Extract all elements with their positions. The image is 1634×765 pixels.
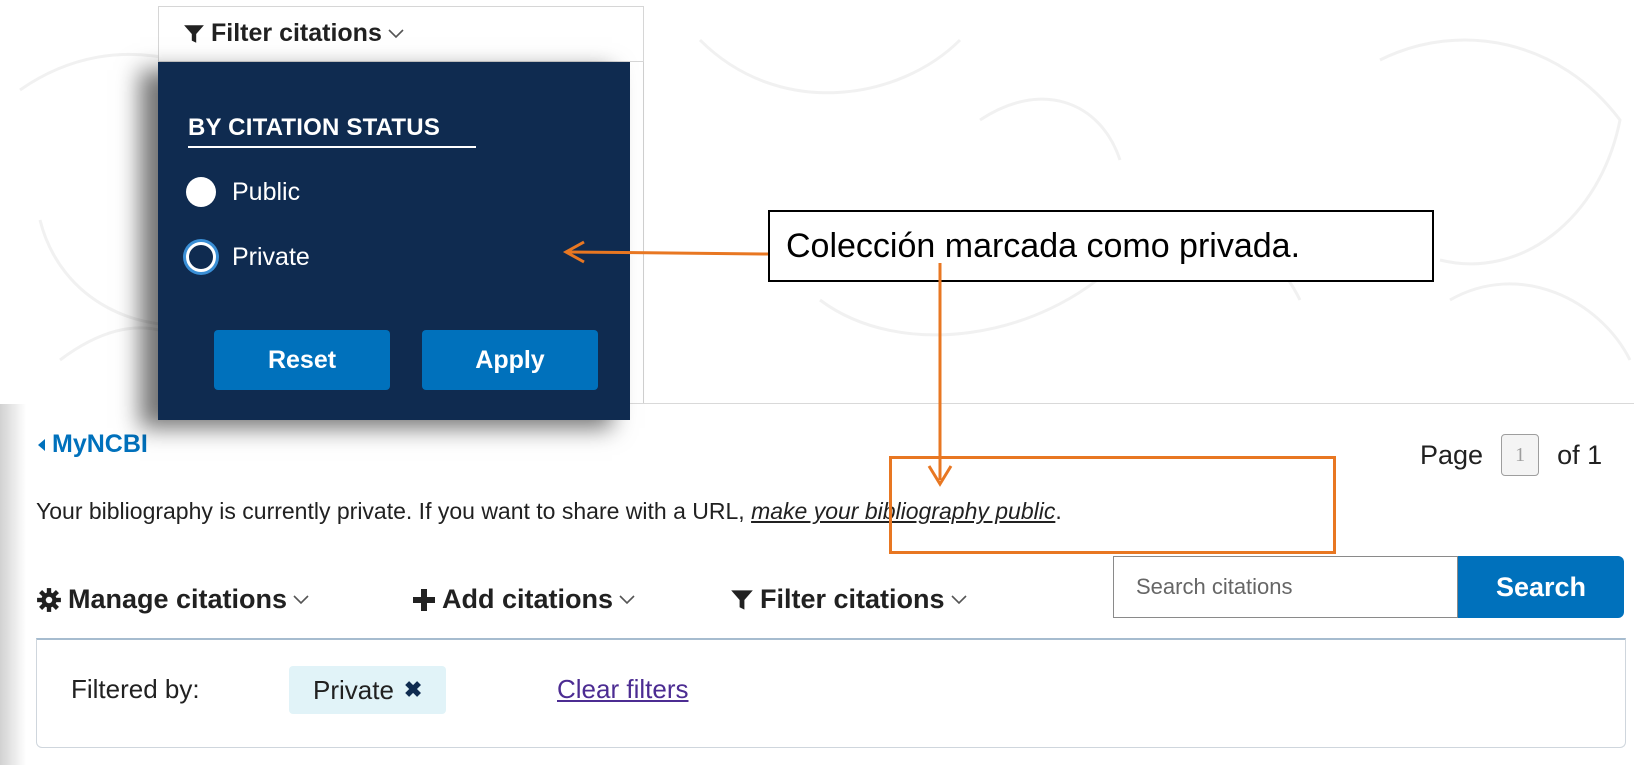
filter-citations-toggle[interactable]: Filter citations: [183, 19, 404, 48]
filter-chip-private[interactable]: Private ✖: [289, 666, 447, 714]
add-citations-label: Add citations: [442, 584, 614, 614]
page-total: of 1: [1557, 439, 1603, 470]
reset-button[interactable]: Reset: [214, 330, 390, 390]
chevron-down-icon: [388, 28, 404, 38]
filter-chip-label: Private: [313, 674, 394, 705]
filter-citations-label: Filter citations: [211, 19, 382, 47]
page-label: Page: [1420, 439, 1484, 470]
manage-citations-label: Manage citations: [68, 584, 288, 614]
filter-dropdown-panel: BY CITATION STATUS Public Private Reset …: [158, 62, 630, 420]
notice-text: Your bibliography is currently private. …: [36, 498, 752, 524]
back-to-myncbi-link[interactable]: MyNCBI: [36, 430, 148, 459]
filter-citations-menu[interactable]: Filter citations: [730, 584, 967, 615]
radio-label: Public: [232, 177, 301, 206]
panel-frame: [643, 6, 644, 404]
pagination: Page 1 of 1: [1420, 434, 1602, 476]
back-link-label: MyNCBI: [52, 430, 148, 458]
radio-label: Private: [232, 242, 310, 271]
filter-icon: [731, 589, 753, 610]
chevron-down-icon: [950, 594, 967, 604]
chevron-down-icon: [619, 594, 635, 604]
gear-icon: [37, 587, 61, 612]
filter-dropdown-header: Filter citations: [158, 6, 644, 62]
radio-option-public[interactable]: Public: [186, 177, 300, 207]
page-number-input[interactable]: 1: [1501, 434, 1540, 476]
caret-left-icon: [38, 438, 45, 451]
filter-icon: [184, 24, 204, 43]
plus-icon: [413, 588, 435, 611]
panel-divider: [630, 403, 1634, 404]
section-heading: BY CITATION STATUS: [188, 114, 476, 148]
manage-citations-menu[interactable]: Manage citations: [36, 584, 309, 615]
add-citations-menu[interactable]: Add citations: [412, 584, 635, 615]
apply-button[interactable]: Apply: [422, 330, 598, 390]
highlight-box: [889, 456, 1336, 554]
bibliography-main: MyNCBI Page 1 of 1 Your bibliography is …: [0, 404, 1634, 765]
radio-button[interactable]: [186, 242, 216, 272]
clear-filters-link[interactable]: Clear filters: [557, 674, 688, 705]
annotation-callout: Colección marcada como privada.: [768, 210, 1434, 282]
filtered-by-label: Filtered by:: [71, 674, 200, 704]
radio-button[interactable]: [186, 177, 216, 207]
active-filters-bar: Filtered by: Private ✖ Clear filters: [36, 638, 1626, 748]
filter-citations-label: Filter citations: [760, 584, 945, 614]
chevron-down-icon: [293, 594, 309, 604]
search-button[interactable]: Search: [1458, 556, 1624, 618]
radio-option-private[interactable]: Private: [186, 242, 310, 272]
close-icon[interactable]: ✖: [404, 677, 422, 703]
search-input[interactable]: [1113, 556, 1458, 618]
